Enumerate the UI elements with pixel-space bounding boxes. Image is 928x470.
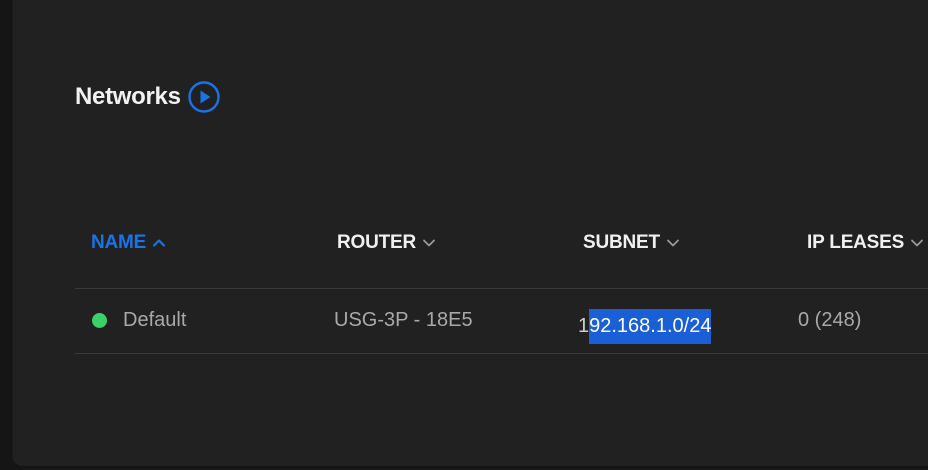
table-row[interactable]: Default USG-3P - 18E5 1 92.168.1.0/24 0 (…: [75, 289, 928, 354]
chevron-up-icon: [153, 239, 166, 247]
subnet-text-unselected: 1: [578, 315, 590, 337]
networks-table: NAME ROUTER SUBNET IP LEASES Default USG…: [75, 222, 928, 354]
column-header-label: NAME: [91, 232, 147, 253]
column-header-router[interactable]: ROUTER: [337, 232, 436, 254]
chevron-down-icon: [667, 239, 679, 247]
column-header-subnet[interactable]: SUBNET: [583, 232, 680, 254]
page-header: Networks: [75, 80, 221, 114]
ip-leases-value: 0 (248): [798, 309, 862, 331]
networks-panel: Networks NAME ROUTER SUBNET IP LEASES De…: [12, 0, 928, 466]
column-header-label: IP LEASES: [807, 232, 905, 253]
column-header-label: SUBNET: [583, 232, 660, 253]
subnet-cell: 1 92.168.1.0/24: [578, 309, 712, 344]
ip-leases-cell: 0 (248): [798, 309, 861, 332]
column-header-label: ROUTER: [337, 232, 417, 253]
play-circle-icon[interactable]: [187, 80, 221, 114]
network-name-cell: Default: [92, 309, 186, 332]
subnet-text-selected: 92.168.1.0/24: [589, 309, 712, 344]
chevron-down-icon: [911, 239, 924, 247]
router-cell: USG-3P - 18E5: [334, 309, 473, 332]
page-title: Networks: [75, 83, 181, 110]
status-online-icon: [92, 313, 107, 328]
chevron-down-icon: [423, 239, 435, 247]
column-header-ip-leases[interactable]: IP LEASES: [807, 232, 924, 254]
router-name[interactable]: USG-3P - 18E5: [334, 309, 473, 332]
network-name[interactable]: Default: [123, 309, 186, 332]
column-header-name[interactable]: NAME: [91, 232, 166, 254]
table-header: NAME ROUTER SUBNET IP LEASES: [75, 222, 928, 289]
